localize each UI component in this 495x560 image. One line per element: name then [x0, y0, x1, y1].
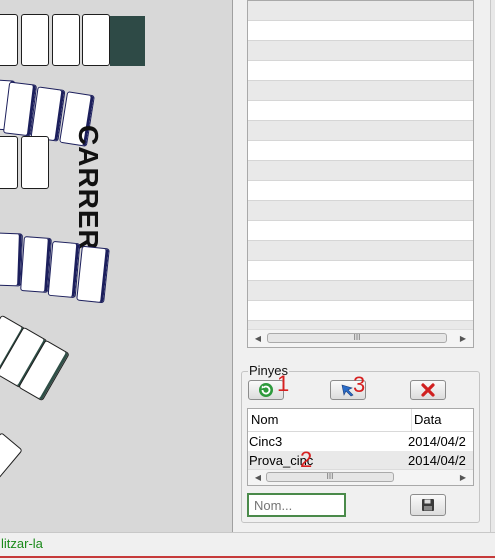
seat-card[interactable] [0, 136, 18, 189]
seat-card[interactable] [82, 14, 110, 66]
grid-row[interactable] [248, 161, 473, 181]
list-item[interactable]: Prova_cinc 2014/04/2 [248, 451, 473, 471]
grid-row[interactable] [248, 61, 473, 81]
status-text: litzar-la [1, 536, 43, 551]
floppy-disk-icon [422, 499, 434, 511]
grid-row[interactable] [248, 181, 473, 201]
list-item[interactable]: Cinc3 2014/04/2 [248, 431, 473, 451]
grid-row[interactable] [248, 1, 473, 21]
refresh-icon [259, 383, 273, 397]
scroll-left-arrow-icon[interactable]: ◀ [250, 470, 266, 485]
grid-row[interactable] [248, 41, 473, 61]
street-label: CARRER [73, 125, 104, 251]
column-header-data[interactable]: Data [411, 409, 441, 431]
grid-row[interactable] [248, 201, 473, 221]
seat-card[interactable] [21, 14, 49, 66]
column-header-nom[interactable]: Nom [251, 409, 278, 431]
annotation-3: 3 [353, 372, 366, 397]
grid-row[interactable] [248, 261, 473, 281]
name-input[interactable] [247, 493, 346, 517]
list-item-date: 2014/04/2 [408, 434, 466, 449]
scroll-right-arrow-icon[interactable]: ▶ [455, 470, 471, 485]
grid-row[interactable] [248, 281, 473, 301]
grid-row[interactable] [248, 81, 473, 101]
list-item-name: Cinc3 [249, 434, 283, 449]
window-edge [490, 0, 495, 532]
grid-row[interactable] [248, 141, 473, 161]
seat-card[interactable] [47, 240, 81, 299]
grid-row[interactable] [248, 101, 473, 121]
seat-card[interactable] [0, 432, 23, 484]
grid-horizontal-scrollbar[interactable]: ◀ III ▶ [248, 329, 473, 347]
list-horizontal-scrollbar[interactable]: ◀ III ▶ [248, 469, 473, 485]
status-divider [0, 556, 495, 558]
seat-card[interactable] [0, 14, 18, 66]
list-header: Nom Data [248, 409, 473, 431]
grid-row[interactable] [248, 301, 473, 321]
seat-card[interactable] [21, 136, 49, 189]
seat-card[interactable] [0, 232, 23, 287]
grid-row[interactable] [248, 221, 473, 241]
annotation-2: 2 [300, 447, 313, 472]
delete-button[interactable] [410, 380, 446, 400]
grid-rows [248, 1, 473, 341]
grid-row[interactable] [248, 121, 473, 141]
scroll-left-arrow-icon[interactable]: ◀ [250, 330, 266, 347]
scroll-thumb[interactable]: III [266, 472, 394, 482]
pinyes-list[interactable]: Nom Data Cinc3 2014/04/2 Prova_cinc 2014… [247, 408, 474, 486]
seat-card[interactable] [20, 236, 52, 293]
dark-block[interactable] [110, 16, 145, 66]
scroll-thumb[interactable]: III [267, 333, 447, 343]
data-grid[interactable]: ◀ III ▶ [247, 0, 474, 348]
seating-canvas[interactable]: CARRER [0, 0, 232, 532]
scroll-right-arrow-icon[interactable]: ▶ [455, 330, 471, 347]
seat-card[interactable] [52, 14, 80, 66]
grid-row[interactable] [248, 21, 473, 41]
annotation-1: 1 [277, 371, 290, 396]
seat-card[interactable] [76, 245, 110, 304]
status-bar: litzar-la [0, 532, 495, 560]
save-button[interactable] [410, 494, 446, 516]
side-panel: ◀ III ▶ Pinyes 1 3 Nom Data Cinc3 2014/0… [232, 0, 495, 532]
list-item-date: 2014/04/2 [408, 453, 466, 468]
close-icon [421, 383, 435, 397]
grid-row[interactable] [248, 241, 473, 261]
